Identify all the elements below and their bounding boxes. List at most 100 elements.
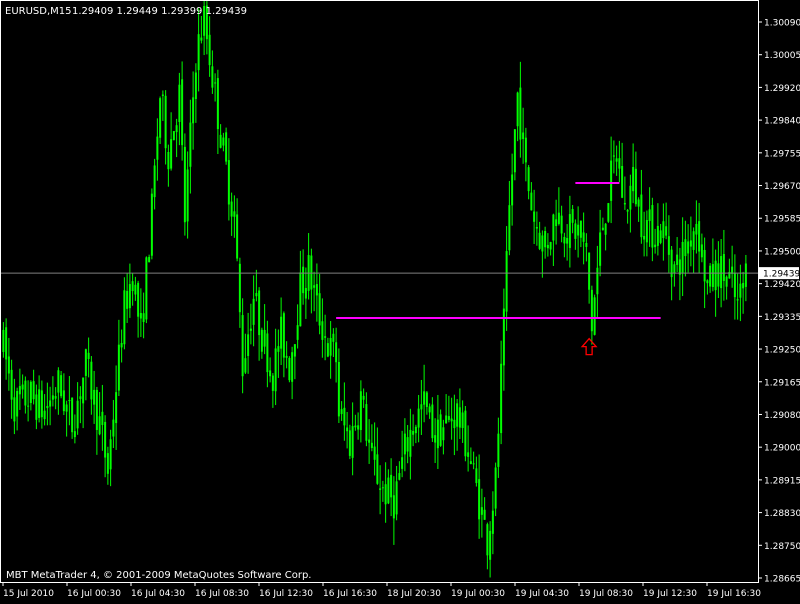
candle-body bbox=[238, 263, 241, 313]
candle-body bbox=[310, 255, 313, 290]
candle-body bbox=[739, 283, 742, 298]
candle-body bbox=[82, 377, 85, 404]
candle-body bbox=[590, 289, 593, 332]
x-tick-label: 16 Jul 08:30 bbox=[195, 589, 249, 599]
candle-body bbox=[461, 412, 464, 429]
candle-body bbox=[450, 418, 453, 422]
candle-body bbox=[434, 435, 437, 443]
candle-body bbox=[348, 430, 351, 456]
candle-body bbox=[500, 363, 503, 434]
candle-body bbox=[362, 395, 365, 400]
candle-body bbox=[90, 361, 93, 400]
candle-body bbox=[744, 263, 747, 287]
candle-body bbox=[687, 241, 690, 254]
candle-body bbox=[428, 406, 431, 413]
candle-body bbox=[632, 166, 635, 192]
candle-body bbox=[65, 404, 68, 412]
candle-body bbox=[560, 215, 563, 234]
candle-body bbox=[346, 427, 349, 432]
candle-body bbox=[137, 282, 140, 317]
x-tick-label: 16 Jul 12:30 bbox=[259, 589, 313, 599]
y-tick-label: 1.28830 bbox=[764, 509, 800, 519]
candle-body bbox=[475, 468, 478, 484]
candle-body bbox=[79, 396, 82, 399]
candle-body bbox=[516, 92, 519, 127]
candle-body bbox=[579, 220, 582, 238]
candle-body bbox=[288, 357, 291, 381]
candle-body bbox=[431, 404, 434, 439]
candle-body bbox=[271, 375, 274, 391]
candle-body bbox=[109, 439, 112, 470]
candle-body bbox=[491, 510, 494, 534]
candle-body bbox=[698, 221, 701, 252]
candle-body bbox=[340, 409, 343, 415]
copyright-text: MBT MetaTrader 4, © 2001-2009 MetaQuotes… bbox=[6, 570, 311, 581]
candle-body bbox=[483, 509, 486, 520]
candle-body bbox=[318, 293, 321, 326]
y-tick-label: 1.29250 bbox=[764, 346, 800, 356]
candle-body bbox=[302, 266, 305, 294]
y-tick-label: 1.30090 bbox=[764, 19, 800, 29]
candle-body bbox=[692, 231, 695, 250]
candle-body bbox=[200, 37, 203, 41]
candle-body bbox=[711, 264, 714, 288]
candle-body bbox=[436, 419, 439, 449]
candle-body bbox=[519, 87, 522, 140]
candle-body bbox=[93, 389, 96, 405]
candle-body bbox=[662, 221, 665, 239]
candle-body bbox=[21, 384, 24, 390]
candle-body bbox=[538, 232, 541, 249]
price-chart[interactable]: 1.30090 1.30005 1.29920 1.29840 1.29755 1.296… bbox=[0, 0, 800, 600]
candle-body bbox=[445, 415, 448, 424]
candle-body bbox=[640, 194, 643, 238]
candle-body bbox=[321, 321, 324, 340]
candle-body bbox=[296, 325, 299, 340]
candle-body bbox=[676, 254, 679, 265]
candle-body bbox=[175, 125, 178, 133]
candle-body bbox=[645, 220, 648, 243]
candle-body bbox=[18, 386, 21, 395]
candle-body bbox=[255, 293, 258, 297]
y-tick-label: 1.28915 bbox=[764, 476, 800, 486]
chart-window[interactable]: 1.30090 1.30005 1.29920 1.29840 1.29755 1.296… bbox=[0, 0, 800, 600]
candle-body bbox=[150, 193, 153, 256]
candle-body bbox=[736, 299, 739, 301]
candle-body bbox=[379, 488, 382, 490]
x-tick-label: 19 Jul 00:30 bbox=[451, 589, 505, 599]
candle-body bbox=[651, 205, 654, 248]
candle-body bbox=[208, 34, 211, 66]
y-tick-label: 1.29500 bbox=[764, 247, 800, 257]
candle-body bbox=[684, 239, 687, 257]
candle-body bbox=[172, 131, 175, 141]
candle-body bbox=[326, 343, 329, 357]
candle-body bbox=[54, 396, 57, 399]
candle-body bbox=[511, 174, 514, 206]
candle-body bbox=[95, 389, 98, 430]
candle-body bbox=[568, 214, 571, 248]
x-tick-label: 19 Jul 08:30 bbox=[579, 589, 633, 599]
candle-body bbox=[214, 82, 217, 84]
candle-body bbox=[401, 457, 404, 469]
candle-body bbox=[197, 34, 200, 71]
candle-body bbox=[153, 165, 156, 198]
candle-body bbox=[513, 129, 516, 173]
candle-body bbox=[557, 212, 560, 224]
candle-body bbox=[181, 79, 184, 146]
candle bbox=[439, 409, 442, 447]
candle-body bbox=[16, 391, 19, 417]
candle-body bbox=[7, 356, 10, 374]
candle-body bbox=[582, 232, 585, 242]
y-tick-label: 1.29335 bbox=[764, 313, 800, 323]
candle-body bbox=[266, 333, 269, 373]
candle-body bbox=[725, 276, 728, 287]
candle-body bbox=[73, 431, 76, 438]
symbol-label: EURUSD,M15 bbox=[5, 6, 71, 17]
x-tick-label: 19 Jul 16:30 bbox=[707, 589, 761, 599]
candle-body bbox=[335, 342, 338, 363]
candle-body bbox=[447, 416, 450, 420]
x-tick-label: 16 Jul 00:30 bbox=[67, 589, 121, 599]
candle-body bbox=[489, 530, 492, 560]
ohlc-values: 1.29409 1.29449 1.29399 1.29439 bbox=[72, 6, 247, 17]
candle-body bbox=[524, 137, 527, 163]
candle-body bbox=[76, 400, 79, 429]
